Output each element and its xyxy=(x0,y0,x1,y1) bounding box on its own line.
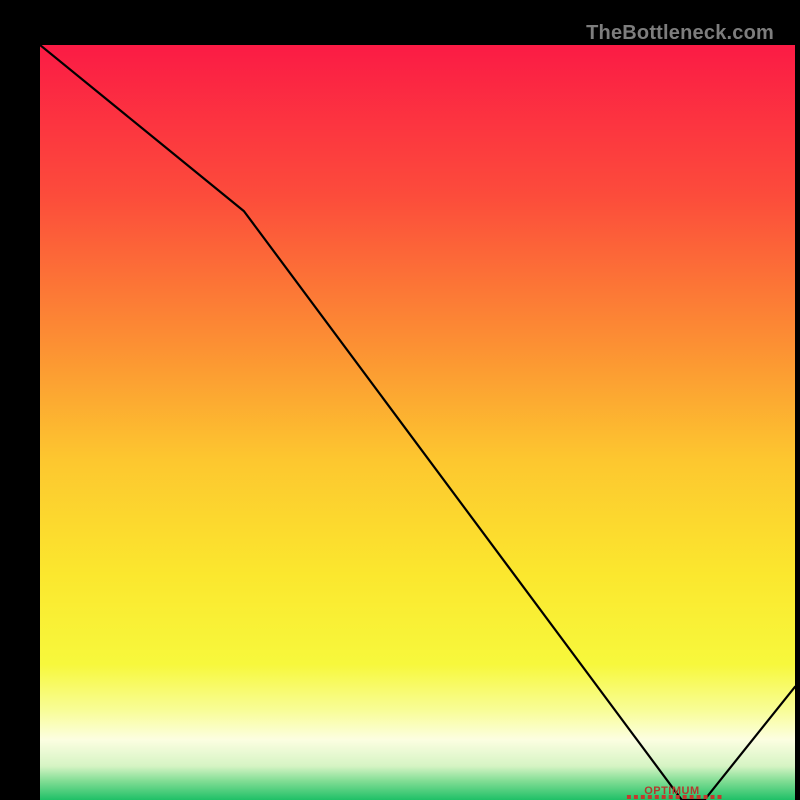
gradient-fill xyxy=(40,45,795,800)
chart-frame: TheBottleneck.com OPTIMUM xyxy=(20,20,780,780)
watermark-text: TheBottleneck.com xyxy=(586,22,774,45)
optimal-label: OPTIMUM xyxy=(644,785,699,797)
bottleneck-chart xyxy=(40,45,795,800)
